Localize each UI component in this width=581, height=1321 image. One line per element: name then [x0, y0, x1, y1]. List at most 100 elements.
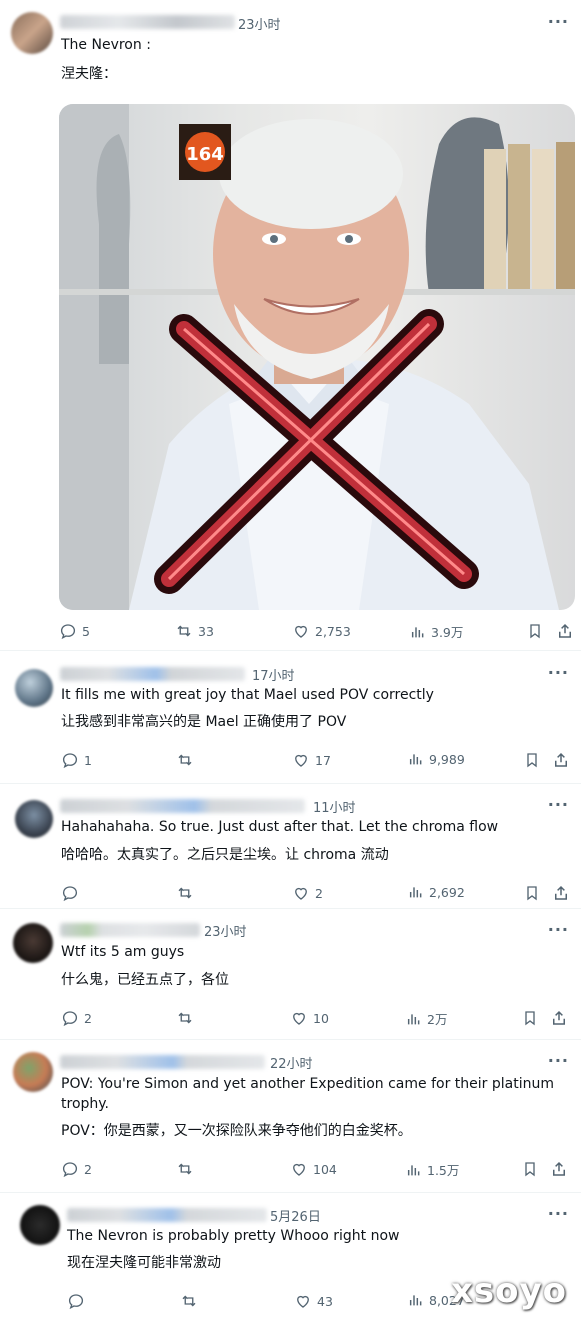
- more-options-icon[interactable]: ···: [548, 920, 569, 939]
- more-options-icon[interactable]: ···: [548, 1204, 569, 1223]
- reply-button[interactable]: 1: [61, 751, 92, 769]
- repost-icon: [178, 887, 192, 899]
- author-name[interactable]: [60, 1055, 265, 1069]
- like-count: 17: [315, 752, 331, 768]
- author-name[interactable]: [60, 667, 245, 681]
- reply-translation: 哈哈哈。太真实了。之后只是尘埃。让 chroma 流动: [61, 847, 389, 863]
- post-time[interactable]: 5月26日: [270, 1206, 321, 1225]
- heart-icon: [293, 1012, 305, 1025]
- share-button[interactable]: [552, 884, 570, 902]
- share-button[interactable]: [556, 622, 574, 640]
- post-time[interactable]: 22小时: [270, 1053, 313, 1072]
- bookmark-button[interactable]: [524, 751, 540, 769]
- bookmark-icon: [527, 753, 537, 768]
- repost-button[interactable]: [176, 884, 194, 902]
- reply-icon: [62, 1162, 78, 1178]
- views-button[interactable]: 2,692: [408, 884, 465, 900]
- views-button[interactable]: 3.9万: [410, 622, 463, 641]
- views-button[interactable]: 9,989: [408, 751, 465, 767]
- author-name[interactable]: [60, 15, 235, 29]
- reply-translation: 让我感到非常高兴的是 Mael 正确使用了 POV: [61, 714, 347, 730]
- repost-button[interactable]: [176, 751, 194, 769]
- views-icon: [407, 1013, 420, 1024]
- repost-button[interactable]: [180, 1292, 198, 1310]
- author-name[interactable]: [60, 799, 305, 813]
- like-button[interactable]: 2,753: [292, 622, 351, 640]
- like-button[interactable]: 104: [290, 1160, 337, 1178]
- reply-post: 22小时 ··· POV: You're Simon and yet anoth…: [0, 1040, 581, 1192]
- reply-text: POV: You're Simon and yet another Expedi…: [61, 1076, 554, 1112]
- like-count: 104: [313, 1161, 337, 1177]
- views-count: 2万: [427, 1012, 448, 1027]
- more-options-icon[interactable]: ···: [548, 12, 569, 31]
- post-time[interactable]: 17小时: [252, 665, 295, 684]
- more-options-icon[interactable]: ···: [548, 663, 569, 682]
- avatar[interactable]: [13, 1052, 53, 1092]
- author-name[interactable]: [60, 923, 200, 937]
- repost-icon: [178, 754, 192, 766]
- avatar[interactable]: [15, 800, 53, 838]
- bookmark-icon: [525, 1011, 535, 1026]
- media-badge: 164: [186, 144, 224, 165]
- heart-icon: [295, 754, 307, 767]
- repost-icon: [177, 625, 191, 637]
- views-icon: [409, 887, 422, 898]
- share-icon: [555, 885, 567, 900]
- post-time[interactable]: 11小时: [313, 797, 356, 816]
- action-bar: 2 2,692: [0, 884, 581, 906]
- like-button[interactable]: 43: [294, 1292, 333, 1310]
- share-icon: [553, 1010, 565, 1025]
- reply-count: 2: [84, 1161, 92, 1177]
- views-count: 1.5万: [427, 1163, 460, 1178]
- reply-icon: [62, 753, 78, 769]
- reply-button[interactable]: [67, 1292, 85, 1310]
- bookmark-icon: [525, 1162, 535, 1177]
- like-button[interactable]: 2: [292, 884, 323, 902]
- bookmark-button[interactable]: [522, 1160, 538, 1178]
- action-bar: 1 17 9,989: [0, 751, 581, 773]
- bookmark-button[interactable]: [527, 622, 543, 640]
- watermark: xsoyo: [450, 1271, 567, 1311]
- like-count: 43: [317, 1293, 333, 1309]
- avatar[interactable]: [11, 12, 53, 54]
- like-button[interactable]: 10: [290, 1009, 329, 1027]
- views-button[interactable]: 1.5万: [406, 1160, 459, 1179]
- share-button[interactable]: [550, 1160, 568, 1178]
- more-options-icon[interactable]: ···: [548, 1051, 569, 1070]
- reply-button[interactable]: 5: [59, 622, 90, 640]
- bookmark-button[interactable]: [524, 884, 540, 902]
- bookmark-button[interactable]: [522, 1009, 538, 1027]
- reply-text: The Nevron is probably pretty Whooo righ…: [67, 1228, 400, 1244]
- post-image[interactable]: 164: [59, 104, 575, 610]
- repost-icon: [178, 1012, 192, 1024]
- action-bar: 2 104 1.5万: [0, 1160, 581, 1182]
- repost-button[interactable]: 33: [175, 622, 214, 640]
- repost-button[interactable]: [176, 1009, 194, 1027]
- avatar[interactable]: [13, 923, 53, 963]
- post-text-line-1: The Nevron :: [61, 37, 151, 53]
- reply-button[interactable]: 2: [61, 1009, 92, 1027]
- action-bar: 5 33 2,753 3.9万: [0, 622, 581, 644]
- like-button[interactable]: 17: [292, 751, 331, 769]
- views-button[interactable]: 2万: [406, 1009, 447, 1028]
- avatar[interactable]: [15, 669, 53, 707]
- more-options-icon[interactable]: ···: [548, 795, 569, 814]
- heart-icon: [295, 625, 307, 638]
- share-button[interactable]: [550, 1009, 568, 1027]
- reply-icon: [60, 624, 76, 640]
- bookmark-icon: [527, 886, 537, 901]
- views-icon: [409, 754, 422, 765]
- reply-icon: [62, 1011, 78, 1027]
- post-time[interactable]: 23小时: [238, 14, 281, 33]
- reply-button[interactable]: 2: [61, 1160, 92, 1178]
- views-icon: [409, 1295, 422, 1306]
- reply-text: Hahahahaha. So true. Just dust after tha…: [61, 819, 499, 835]
- repost-button[interactable]: [176, 1160, 194, 1178]
- post-time[interactable]: 23小时: [204, 921, 247, 940]
- share-button[interactable]: [552, 751, 570, 769]
- reply-button[interactable]: [61, 884, 79, 902]
- author-name[interactable]: [67, 1208, 267, 1222]
- avatar[interactable]: [20, 1205, 60, 1245]
- like-count: 10: [313, 1010, 329, 1026]
- reply-translation: POV：你是西蒙，又一次探险队来争夺他们的白金奖杯。: [61, 1123, 412, 1139]
